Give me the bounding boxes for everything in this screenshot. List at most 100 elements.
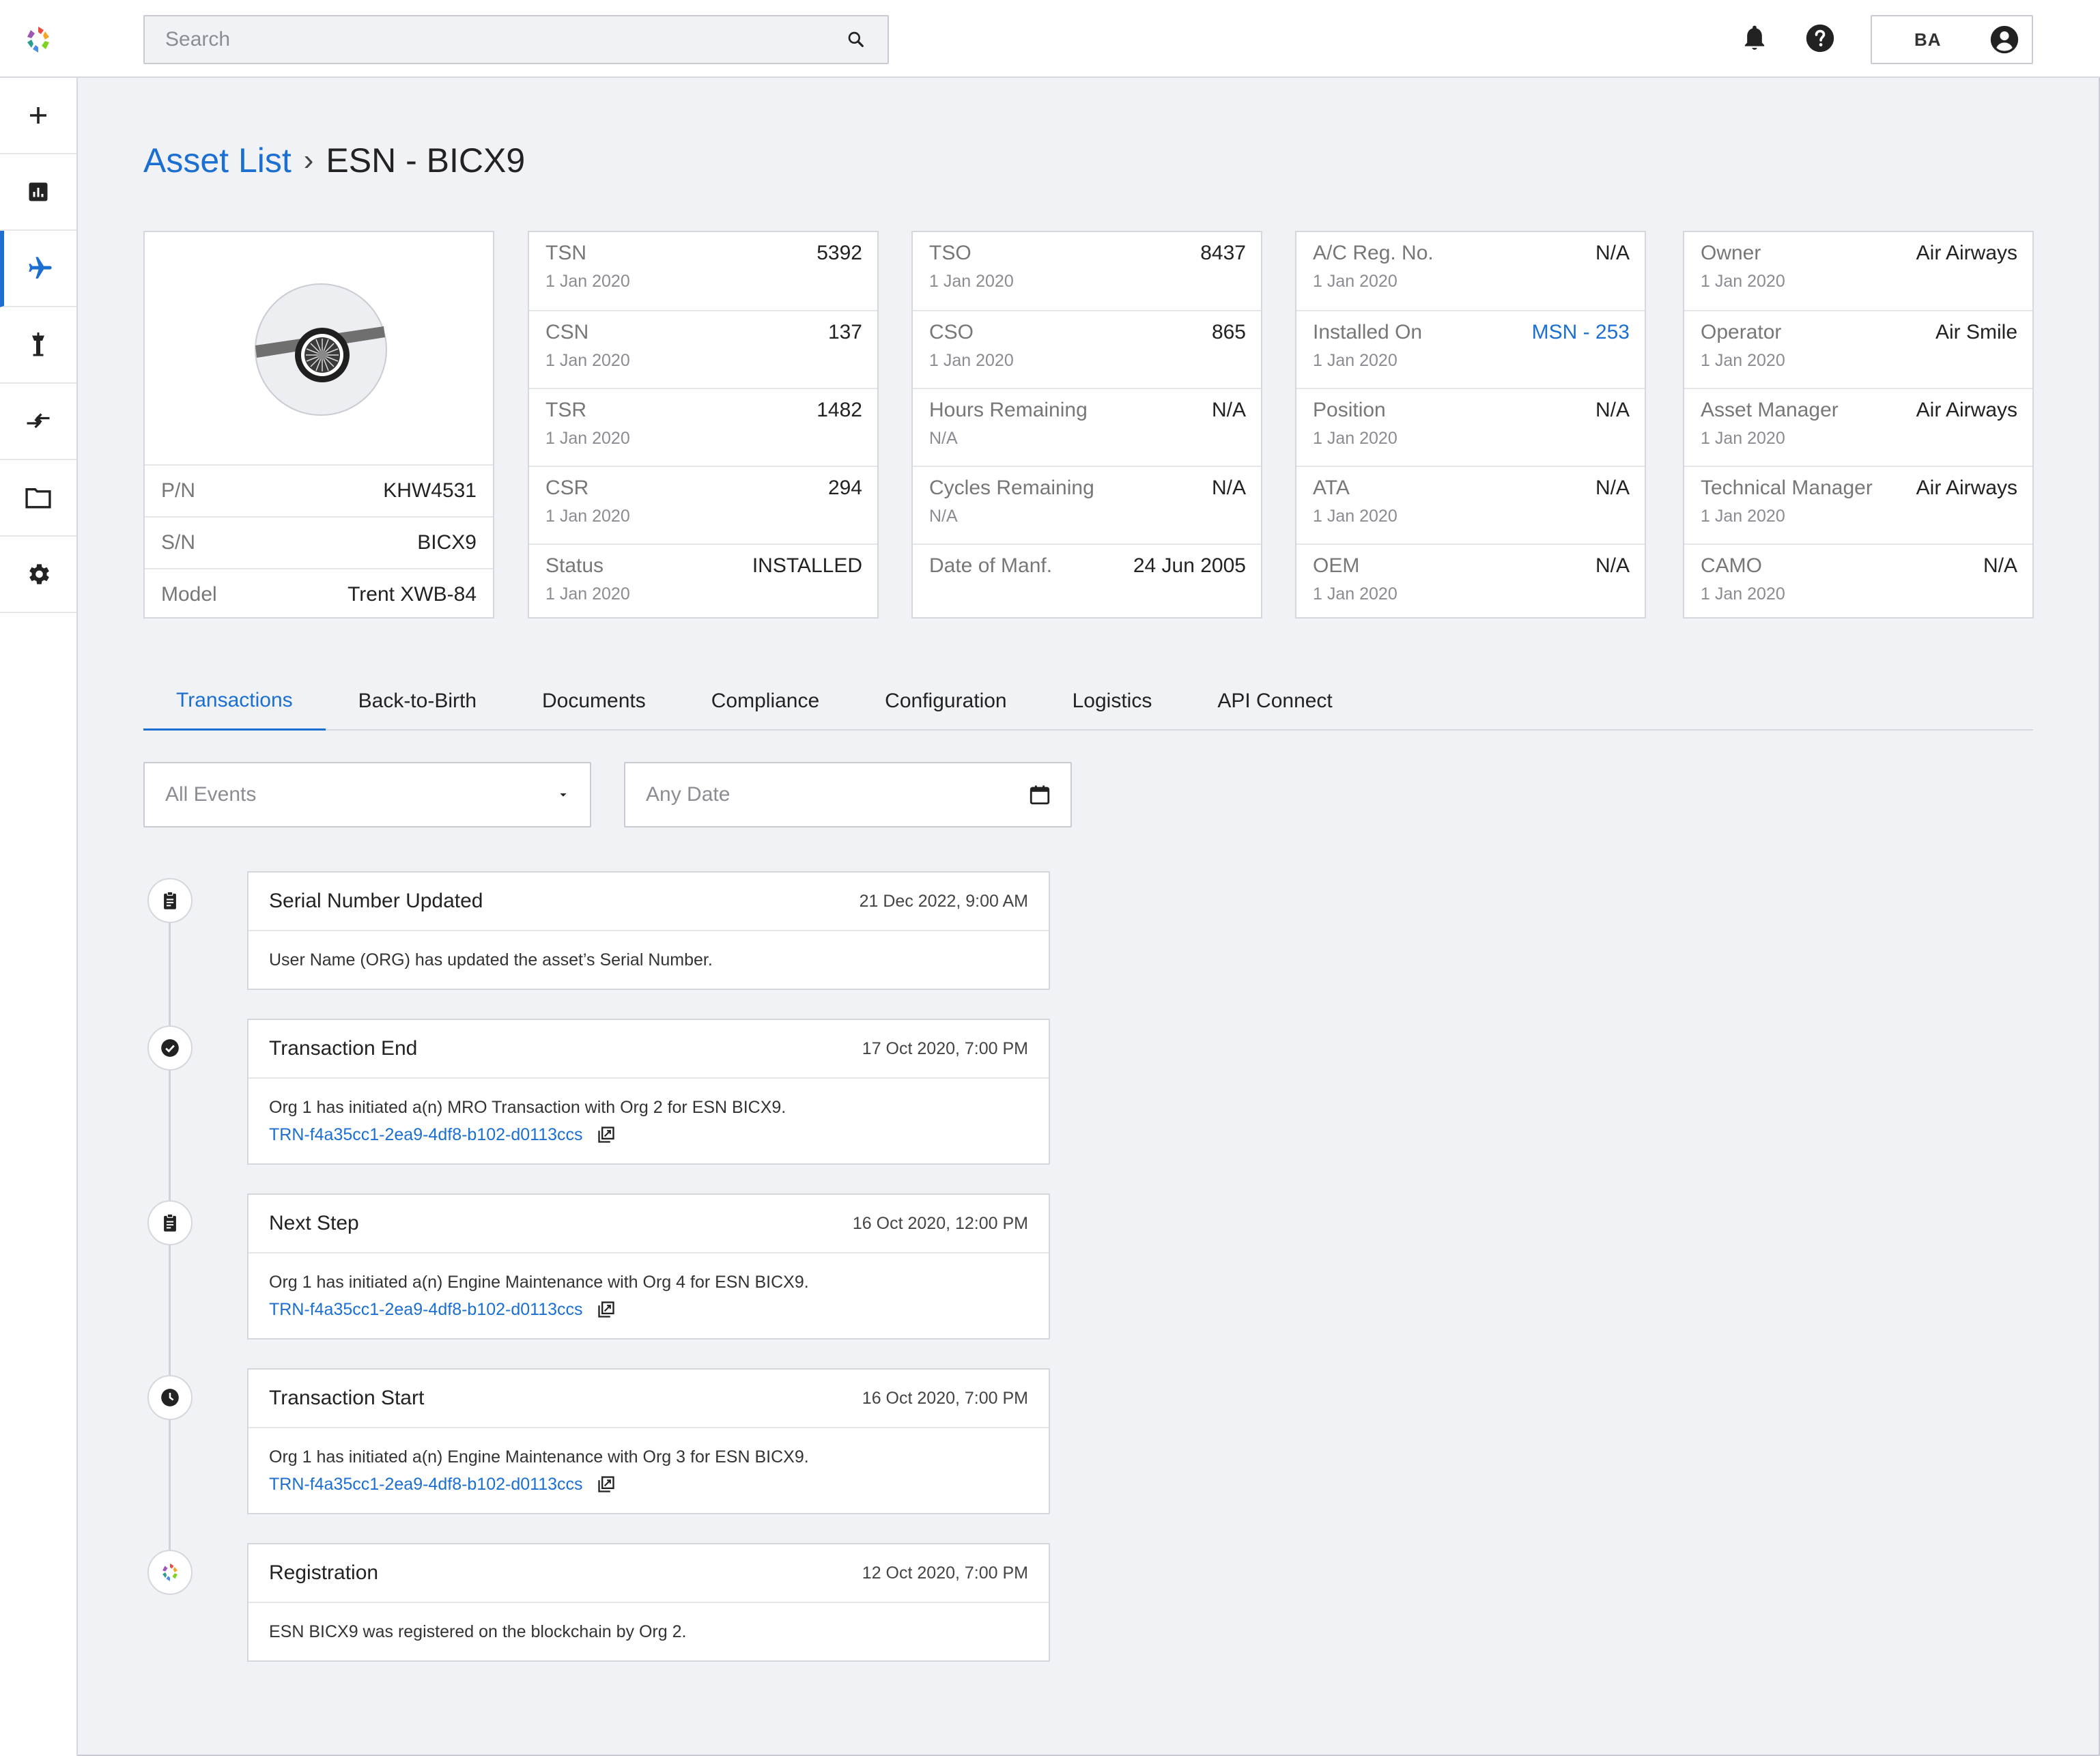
metric-date: 1 Jan 2020 [1701, 507, 1785, 526]
app-logo-icon[interactable] [23, 25, 53, 55]
clock-icon [160, 1388, 180, 1407]
metric-label: OEM [1313, 554, 1360, 577]
metric-row-oem: OEM N/A 1 Jan 2020 [1296, 543, 1645, 621]
event-body: ESN BICX9 was registered on the blockcha… [249, 1603, 1049, 1660]
metric-label: Date of Manf. [929, 554, 1053, 577]
search-icon[interactable] [845, 29, 867, 51]
sidebar-item-transfers[interactable] [0, 384, 76, 460]
event-title: Registration [269, 1561, 379, 1584]
metric-label: Operator [1701, 321, 1782, 343]
metric-value: N/A [1211, 399, 1246, 421]
breadcrumb-separator: › [303, 143, 314, 177]
part-number-label: P/N [161, 479, 196, 502]
event-description: Org 1 has initiated a(n) Engine Maintena… [269, 1447, 809, 1467]
event-filter-dropdown[interactable]: All Events [143, 762, 591, 827]
metric-value: Air Airways [1916, 242, 2017, 264]
metric-row-csr: CSR 294 1 Jan 2020 [529, 466, 877, 543]
sidebar-item-add[interactable] [0, 78, 76, 154]
metric-row-date-of-manf: Date of Manf. 24 Jun 2005 [913, 543, 1261, 621]
timeline-event-card[interactable]: Transaction Start 16 Oct 2020, 7:00 PM Org… [247, 1368, 1050, 1514]
event-body: User Name (ORG) has updated the asset’s … [249, 931, 1049, 989]
event-description: Org 1 has initiated a(n) Engine Maintena… [269, 1273, 809, 1292]
metric-date: 1 Jan 2020 [1701, 272, 1785, 291]
metric-row-position: Position N/A 1 Jan 2020 [1296, 388, 1645, 466]
sidebar-item-documents[interactable] [0, 460, 76, 537]
serial-number-label: S/N [161, 531, 196, 554]
metric-card-2: TSO 8437 1 Jan 2020 CSO 865 1 Jan 2020 Hours R… [911, 231, 1262, 619]
breadcrumb: Asset List › ESN - BICX9 [143, 141, 525, 180]
tab-configuration[interactable]: Configuration [852, 672, 1039, 731]
user-menu[interactable]: BA [1871, 15, 2033, 64]
metric-date: 1 Jan 2020 [545, 429, 630, 448]
metric-card-3: A/C Reg. No. N/A 1 Jan 2020 Installed On MSN… [1295, 231, 1646, 619]
check-circle-node [147, 1025, 193, 1071]
bell-icon[interactable] [1737, 20, 1772, 56]
metric-date: 1 Jan 2020 [545, 507, 630, 526]
event-body: Org 1 has initiated a(n) MRO Transaction… [249, 1079, 1049, 1163]
tab-logistics[interactable]: Logistics [1040, 672, 1185, 731]
metric-date: 1 Jan 2020 [545, 272, 630, 291]
calendar-icon[interactable] [1028, 783, 1051, 806]
metric-card-4: Owner Air Airways 1 Jan 2020 Operator Air Sm… [1683, 231, 2034, 619]
sidebar-item-airports[interactable] [0, 307, 76, 384]
transaction-link-row: TRN-f4a35cc1-2ea9-4df8-b102-d0113ccs [269, 1121, 1028, 1148]
metric-label: CSO [929, 321, 974, 343]
event-title: Transaction Start [269, 1387, 425, 1409]
event-date: 12 Oct 2020, 7:00 PM [862, 1563, 1028, 1583]
metric-value[interactable]: MSN - 253 [1532, 321, 1630, 344]
clipboard-icon [161, 891, 179, 910]
metric-date: 1 Jan 2020 [1313, 351, 1397, 370]
metric-date: 1 Jan 2020 [1313, 584, 1397, 604]
help-icon[interactable] [1802, 20, 1838, 56]
timeline-event-card[interactable]: Next Step 16 Oct 2020, 12:00 PM Org 1 has … [247, 1193, 1050, 1340]
copy-icon[interactable] [597, 1125, 616, 1144]
metric-date: 1 Jan 2020 [929, 272, 1014, 291]
gear-icon [29, 564, 49, 584]
tab-compliance[interactable]: Compliance [679, 672, 852, 731]
model-label: Model [161, 583, 217, 606]
metric-label: Position [1313, 399, 1386, 421]
metric-value: 24 Jun 2005 [1133, 554, 1246, 577]
part-number-value: KHW4531 [383, 479, 477, 502]
transaction-id-link[interactable]: TRN-f4a35cc1-2ea9-4df8-b102-d0113ccs [269, 1296, 583, 1323]
copy-icon[interactable] [597, 1300, 616, 1319]
event-description: User Name (ORG) has updated the asset’s … [269, 950, 713, 969]
copy-icon[interactable] [597, 1475, 616, 1494]
metric-row-tsn: TSN 5392 1 Jan 2020 [529, 232, 877, 310]
sidebar-item-assets[interactable] [0, 231, 76, 307]
metric-row-operator: Operator Air Smile 1 Jan 2020 [1684, 310, 2032, 388]
metric-row-ata: ATA N/A 1 Jan 2020 [1296, 466, 1645, 543]
search-box[interactable] [143, 15, 889, 64]
date-filter-value: Any Date [646, 783, 730, 806]
metric-date: 1 Jan 2020 [1701, 429, 1785, 448]
tower-icon [32, 332, 44, 356]
event-title: Next Step [269, 1212, 359, 1234]
timeline-event-card[interactable]: Serial Number Updated 21 Dec 2022, 9:00 A… [247, 871, 1050, 990]
search-input[interactable] [165, 28, 845, 51]
metric-value: N/A [1983, 554, 2017, 577]
tab-transactions[interactable]: Transactions [143, 672, 326, 731]
metric-label: Cycles Remaining [929, 477, 1094, 499]
metric-label: Hours Remaining [929, 399, 1088, 421]
date-filter-input[interactable]: Any Date [624, 762, 1072, 827]
sidebar-item-settings[interactable] [0, 537, 76, 613]
timeline-event-card[interactable]: Registration 12 Oct 2020, 7:00 PM ESN BICX… [247, 1543, 1050, 1662]
breadcrumb-asset-list-link[interactable]: Asset List [143, 141, 292, 180]
tab-documents[interactable]: Documents [509, 672, 679, 731]
tab-back-to-birth[interactable]: Back-to-Birth [326, 672, 509, 731]
timeline-event-card[interactable]: Transaction End 17 Oct 2020, 7:00 PM Org 1… [247, 1019, 1050, 1165]
metric-date: 1 Jan 2020 [1313, 272, 1397, 291]
metric-row-hours-remaining: Hours Remaining N/A N/A [913, 388, 1261, 466]
metric-label: Technical Manager [1701, 477, 1873, 499]
metric-date: 1 Jan 2020 [545, 351, 630, 370]
metric-row-status: Status INSTALLED 1 Jan 2020 [529, 543, 877, 621]
metric-row-csn: CSN 137 1 Jan 2020 [529, 310, 877, 388]
metric-date: 1 Jan 2020 [1701, 351, 1785, 370]
tab-api-connect[interactable]: API Connect [1184, 672, 1365, 731]
sidebar-item-reports[interactable] [0, 154, 76, 231]
metric-row-technical-manager: Technical Manager Air Airways 1 Jan 2020 [1684, 466, 2032, 543]
metric-label: TSO [929, 242, 971, 264]
transaction-id-link[interactable]: TRN-f4a35cc1-2ea9-4df8-b102-d0113ccs [269, 1471, 583, 1498]
event-body: Org 1 has initiated a(n) Engine Maintena… [249, 1428, 1049, 1513]
transaction-id-link[interactable]: TRN-f4a35cc1-2ea9-4df8-b102-d0113ccs [269, 1121, 583, 1148]
